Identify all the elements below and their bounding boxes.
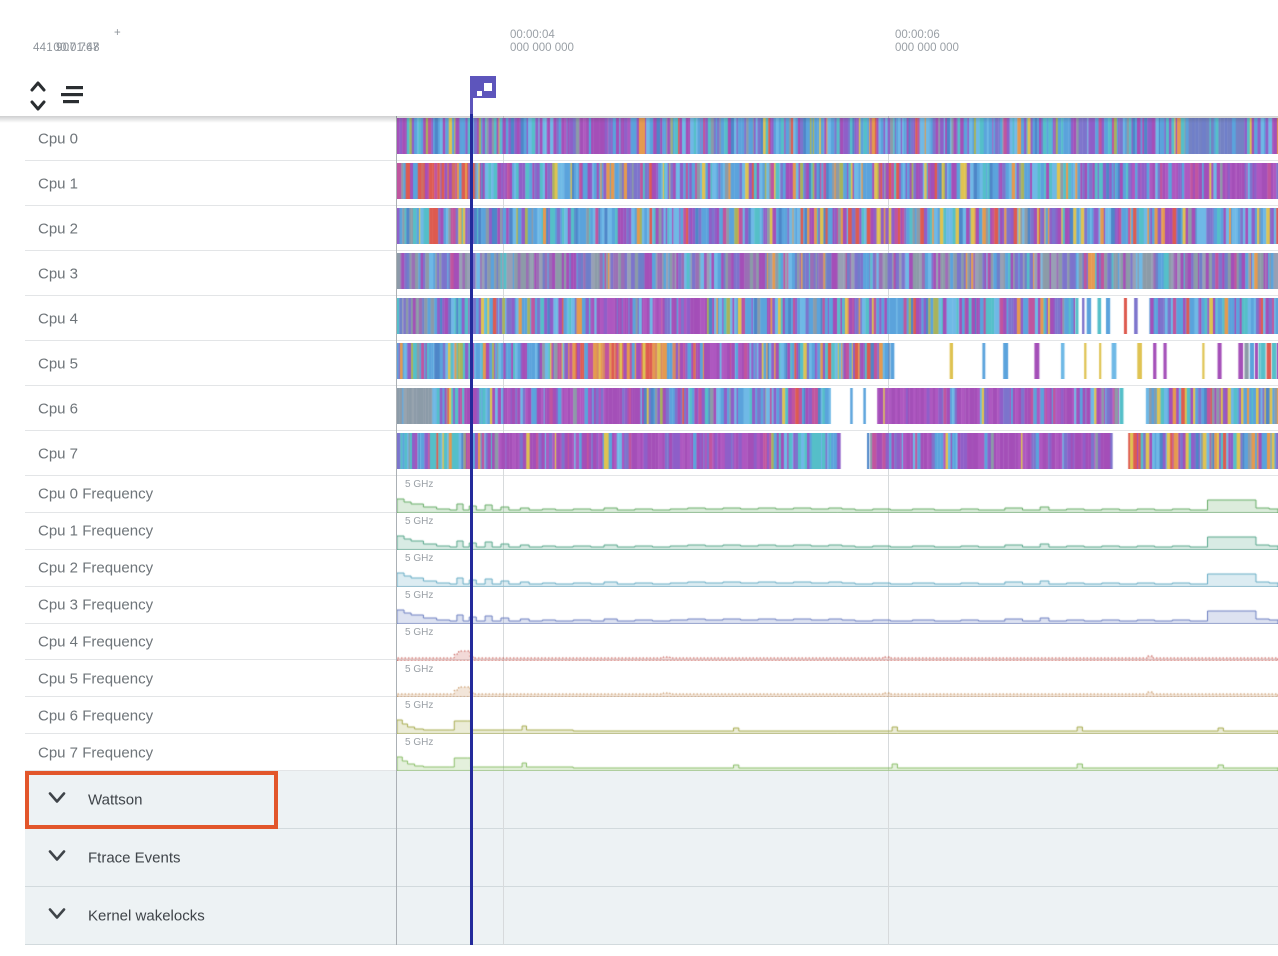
trace-viewer: 00:01:48 + 441 907 767 Cpu 0 Cpu 1 Cpu 2… <box>0 0 1278 956</box>
flag-marker-line[interactable] <box>470 110 473 945</box>
frequency-scale-label: 5 GHz <box>405 479 433 490</box>
time-tick-label: 00:00:06 000 000 000 <box>895 29 959 55</box>
highlight-rectangle <box>25 771 278 829</box>
cpu-track-label: Cpu 0 <box>38 130 78 147</box>
cpu-frequency-canvas[interactable] <box>397 588 1278 624</box>
time-tick-label: 00:00:04 000 000 000 <box>510 29 574 55</box>
chevron-down-icon[interactable] <box>48 849 66 868</box>
cpu-track-label: Cpu 7 <box>38 445 78 462</box>
cpu-frequency-track-label: Cpu 4 Frequency <box>38 634 153 651</box>
cpu-frequency-canvas[interactable] <box>397 735 1278 771</box>
track-group-row-wattson[interactable]: Wattson <box>0 771 1278 829</box>
chevron-down-icon[interactable] <box>48 907 66 926</box>
cpu-slices-canvas[interactable] <box>397 388 1278 424</box>
cpu-frequency-track-label: Cpu 5 Frequency <box>38 670 153 687</box>
track-group-row-kernel-wakelocks[interactable]: Kernel wakelocks <box>0 887 1278 945</box>
frequency-scale-label: 5 GHz <box>405 553 433 564</box>
frequency-scale-label: 5 GHz <box>405 590 433 601</box>
cpu-frequency-canvas[interactable] <box>397 477 1278 513</box>
cpu-slices-canvas[interactable] <box>397 118 1278 154</box>
cpu-slices-canvas[interactable] <box>397 298 1278 334</box>
cpu-track-label: Cpu 5 <box>38 355 78 372</box>
sort-tracks-icon[interactable] <box>58 85 88 110</box>
group-label: Ftrace Events <box>88 850 181 867</box>
cpu-slices-canvas[interactable] <box>397 163 1278 199</box>
cpu-frequency-track-label: Cpu 2 Frequency <box>38 560 153 577</box>
viewport-time-plus: + <box>114 27 121 39</box>
cpu-slices-canvas[interactable] <box>397 343 1278 379</box>
cpu-frequency-canvas[interactable] <box>397 625 1278 661</box>
flag-marker-icon[interactable] <box>466 74 502 119</box>
frequency-scale-label: 5 GHz <box>405 627 433 638</box>
cpu-track-label: Cpu 1 <box>38 175 78 192</box>
cpu-frequency-track-label: Cpu 0 Frequency <box>38 486 153 503</box>
group-row-background <box>25 829 1278 887</box>
viewport-nanos: 441 907 767 <box>33 41 99 55</box>
cpu-slices-canvas[interactable] <box>397 433 1278 469</box>
unfold-tracks-icon[interactable] <box>28 80 48 117</box>
track-group-row-ftrace-events[interactable]: Ftrace Events <box>0 829 1278 887</box>
group-row-background <box>25 887 1278 945</box>
frequency-scale-label: 5 GHz <box>405 664 433 675</box>
cpu-slices-canvas[interactable] <box>397 253 1278 289</box>
frequency-scale-label: 5 GHz <box>405 737 433 748</box>
cpu-track-label: Cpu 3 <box>38 265 78 282</box>
cpu-frequency-track-label: Cpu 6 Frequency <box>38 707 153 724</box>
cpu-slices-canvas[interactable] <box>397 208 1278 244</box>
cpu-frequency-track-label: Cpu 1 Frequency <box>38 523 153 540</box>
cpu-track-label: Cpu 6 <box>38 400 78 417</box>
frequency-scale-label: 5 GHz <box>405 700 433 711</box>
cpu-track-label: Cpu 4 <box>38 310 78 327</box>
cpu-frequency-canvas[interactable] <box>397 514 1278 550</box>
cpu-frequency-canvas[interactable] <box>397 698 1278 734</box>
frequency-scale-label: 5 GHz <box>405 516 433 527</box>
group-label: Kernel wakelocks <box>88 908 205 925</box>
cpu-frequency-track-label: Cpu 3 Frequency <box>38 597 153 614</box>
cpu-frequency-canvas[interactable] <box>397 661 1278 697</box>
cpu-track-label: Cpu 2 <box>38 220 78 237</box>
cpu-frequency-track-label: Cpu 7 Frequency <box>38 744 153 761</box>
timeline-header: 00:01:48 + 441 907 767 <box>0 0 1278 116</box>
cpu-frequency-canvas[interactable] <box>397 551 1278 587</box>
